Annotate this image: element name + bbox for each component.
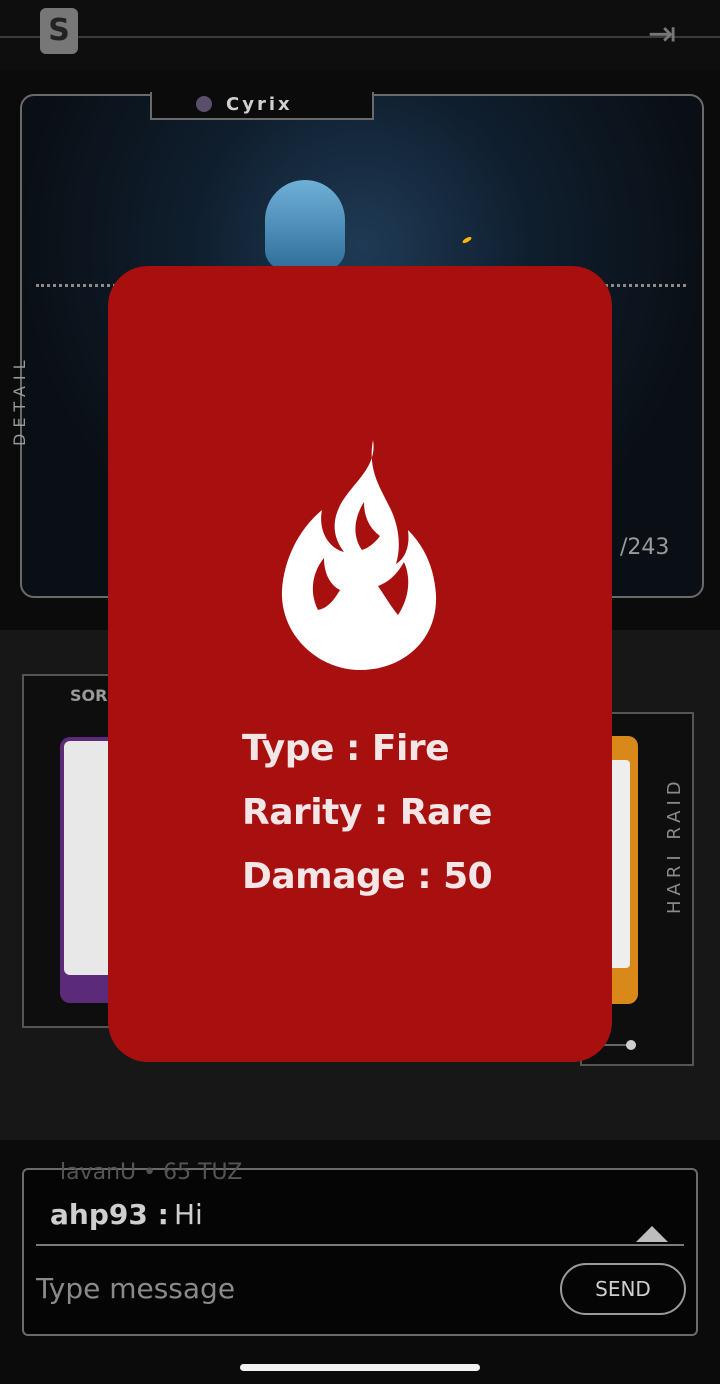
- sort-label[interactable]: SOR: [70, 686, 107, 705]
- carousel-slider-handle[interactable]: [626, 1040, 636, 1050]
- top-bar-divider: [0, 36, 720, 38]
- chat-username: ahp93 :: [50, 1198, 169, 1231]
- send-button[interactable]: SEND: [560, 1263, 686, 1315]
- character-name: Cyrix: [226, 94, 293, 115]
- fire-icon: [281, 440, 437, 670]
- bottom-bar: [0, 1336, 720, 1384]
- stat-damage: Damage : 50: [242, 856, 493, 897]
- home-indicator[interactable]: [240, 1364, 480, 1371]
- chevron-up-icon[interactable]: [636, 1226, 668, 1242]
- hari-raid-side-tab[interactable]: HARI RAID: [664, 760, 700, 930]
- card-counter: /243: [620, 535, 670, 560]
- stat-rarity: Rarity : Rare: [242, 792, 492, 833]
- s-logo-icon[interactable]: S: [40, 8, 78, 54]
- top-bar: [0, 0, 720, 70]
- detail-side-tab[interactable]: DETAIL: [10, 340, 50, 460]
- chat-previous-message: lavanU • 65 TUZ: [60, 1160, 243, 1180]
- message-input[interactable]: [36, 1264, 546, 1312]
- chat-message-text: Hi: [174, 1198, 203, 1231]
- status-dot-icon: [196, 96, 212, 112]
- character-portrait[interactable]: [265, 180, 345, 270]
- stat-type: Type : Fire: [242, 728, 450, 769]
- exit-door-icon[interactable]: ⇥: [640, 12, 684, 56]
- chat-divider: [36, 1244, 684, 1246]
